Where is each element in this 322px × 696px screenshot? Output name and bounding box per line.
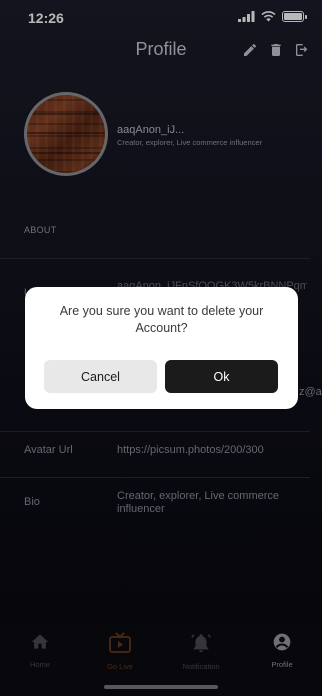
delete-account-dialog: Are you sure you want to delete your Acc… xyxy=(25,287,298,409)
profile-screen: 12:26 Profile aaqAnon_iJ... Creator, exp… xyxy=(0,0,322,696)
cancel-button[interactable]: Cancel xyxy=(44,360,157,393)
dialog-message: Are you sure you want to delete your Acc… xyxy=(59,304,264,335)
ok-button[interactable]: Ok xyxy=(165,360,278,393)
